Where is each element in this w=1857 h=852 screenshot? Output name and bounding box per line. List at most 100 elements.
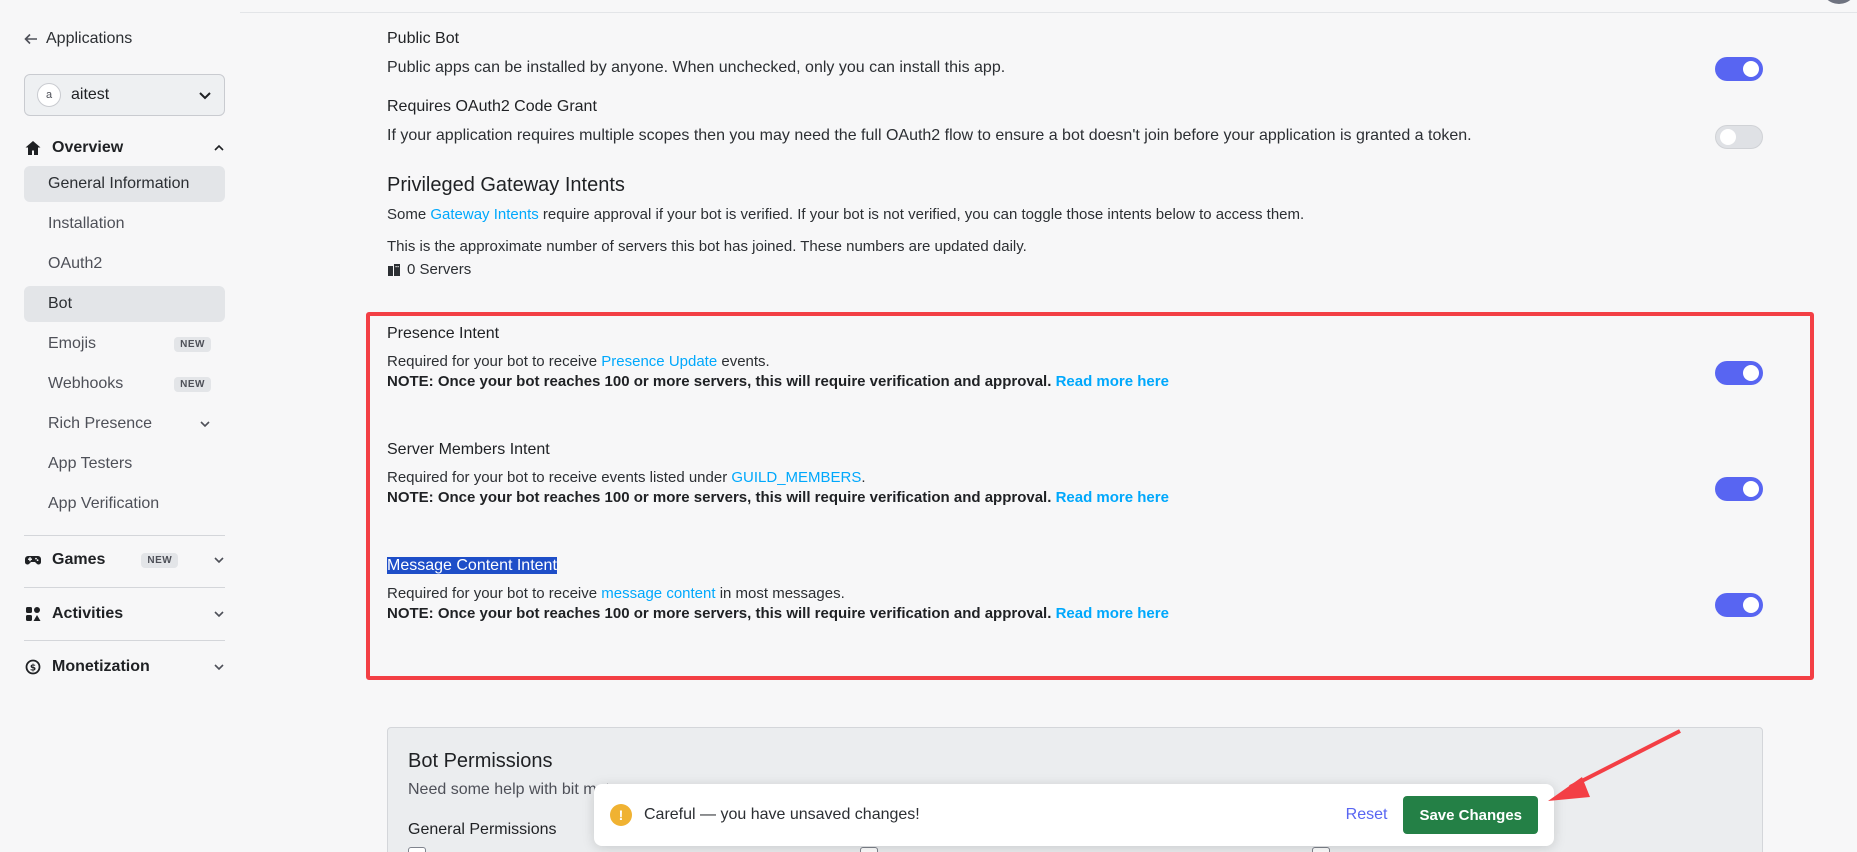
server-members-intent-desc: Required for your bot to receive events … (387, 469, 866, 486)
desc-text: Required for your bot to receive events … (387, 469, 732, 486)
message-content-intent-desc: Required for your bot to receive message… (387, 585, 845, 602)
sidebar-item-general-information[interactable]: General Information (24, 166, 225, 202)
nav-section-label: Overview (52, 139, 124, 156)
reset-button[interactable]: Reset (1346, 806, 1388, 824)
app-name: aitest (71, 86, 110, 103)
servers-icon (388, 263, 400, 276)
desc-text: Some (387, 206, 431, 223)
sidebar-item-app-testers[interactable]: App Testers (24, 446, 225, 482)
nav-section-activities[interactable]: Activities (24, 605, 225, 623)
sidebar-item-label: Bot (48, 295, 73, 312)
gateway-intents-link[interactable]: Gateway Intents (430, 206, 538, 223)
monetization-icon: $ (25, 659, 41, 675)
bot-permissions-heading: Bot Permissions (408, 750, 553, 772)
back-label: Applications (46, 30, 133, 47)
svg-text:$: $ (30, 664, 36, 674)
sidebar-divider (24, 587, 225, 588)
nav-section-overview[interactable]: Overview (24, 139, 225, 157)
top-divider (240, 12, 1857, 13)
save-changes-button[interactable]: Save Changes (1403, 796, 1538, 834)
chevron-down-icon (200, 421, 210, 428)
chevron-down-icon (214, 611, 224, 618)
toggle-knob (1743, 597, 1759, 613)
warning-icon: ! (610, 804, 632, 826)
sidebar-item-installation[interactable]: Installation (24, 206, 225, 242)
toggle-knob (1743, 61, 1759, 77)
presence-intent-title: Presence Intent (387, 325, 500, 342)
gamepad-icon (25, 556, 41, 565)
sidebar-item-label: Emojis (48, 335, 97, 352)
nav-section-label: Activities (52, 605, 124, 622)
app-avatar: a (37, 83, 61, 107)
presence-update-link[interactable]: Presence Update (601, 353, 717, 370)
toggle-knob (1743, 481, 1759, 497)
sidebar-item-label: Webhooks (48, 375, 124, 392)
bot-permissions-sub: Need some help with bit mat (408, 781, 610, 798)
chevron-up-icon (214, 144, 224, 151)
read-more-link[interactable]: Read more here (1056, 373, 1169, 390)
sidebar-item-label: App Testers (48, 455, 133, 472)
permission-checkbox[interactable] (408, 847, 426, 852)
sidebar-item-bot[interactable]: Bot (24, 286, 225, 322)
read-more-link[interactable]: Read more here (1056, 605, 1169, 622)
servers-note: This is the approximate number of server… (387, 238, 1027, 255)
desc-text: Required for your bot to receive (387, 585, 602, 602)
server-members-intent-note: NOTE: Once your bot reaches 100 or more … (387, 489, 1169, 506)
arrow-left-icon (24, 33, 37, 45)
presence-intent-toggle[interactable] (1715, 361, 1763, 385)
general-permissions-label: General Permissions (408, 821, 557, 838)
oauth-grant-toggle[interactable] (1715, 125, 1763, 149)
desc-text: . (861, 469, 866, 486)
guild-members-link[interactable]: GUILD_MEMBERS (731, 469, 861, 486)
new-badge: NEW (141, 552, 179, 568)
sidebar-item-rich-presence[interactable]: Rich Presence (24, 406, 225, 442)
sidebar-item-label: App Verification (48, 495, 160, 512)
sidebar-item-webhooks[interactable]: Webhooks NEW (24, 366, 225, 402)
back-to-applications-link[interactable]: Applications (24, 30, 132, 48)
public-bot-toggle[interactable] (1715, 57, 1763, 81)
server-members-intent-title: Server Members Intent (387, 441, 550, 458)
sidebar-item-app-verification[interactable]: App Verification (24, 486, 225, 522)
app-selector[interactable]: a aitest (24, 74, 225, 116)
message-content-intent-toggle[interactable] (1715, 593, 1763, 617)
chevron-down-icon (199, 92, 211, 100)
toggle-knob (1720, 129, 1736, 145)
sidebar-item-label: General Information (48, 175, 190, 192)
sidebar-item-label: OAuth2 (48, 255, 103, 272)
presence-intent-note: NOTE: Once your bot reaches 100 or more … (387, 373, 1169, 390)
message-content-link[interactable]: message content (601, 585, 715, 602)
activities-icon (26, 607, 41, 621)
servers-count-row: 0 Servers (387, 261, 471, 278)
sidebar-item-label: Rich Presence (48, 415, 153, 432)
note-text: NOTE: Once your bot reaches 100 or more … (387, 605, 1056, 622)
oauth-grant-title: Requires OAuth2 Code Grant (387, 98, 597, 115)
home-icon (25, 141, 41, 155)
unsaved-message: Careful — you have unsaved changes! (644, 806, 920, 823)
read-more-link[interactable]: Read more here (1056, 489, 1169, 506)
permission-checkbox[interactable] (860, 847, 878, 852)
presence-intent-desc: Required for your bot to receive Presenc… (387, 353, 770, 370)
user-avatar[interactable] (1821, 0, 1857, 4)
sidebar-divider (24, 640, 225, 641)
privileged-intents-heading: Privileged Gateway Intents (387, 174, 625, 196)
sidebar-item-label: Installation (48, 215, 125, 232)
privileged-intents-desc: Some Gateway Intents require approval if… (387, 206, 1304, 223)
chevron-down-icon (214, 557, 224, 564)
desc-text: in most messages. (715, 585, 845, 602)
nav-section-label: Monetization (52, 658, 150, 675)
sidebar-divider (24, 535, 225, 536)
permission-checkbox[interactable] (1312, 847, 1330, 852)
server-members-intent-toggle[interactable] (1715, 477, 1763, 501)
servers-count: 0 Servers (407, 261, 472, 278)
sidebar: Applications a aitest Overview General I… (0, 0, 240, 852)
chevron-down-icon (214, 664, 224, 671)
sidebar-item-oauth2[interactable]: OAuth2 (24, 246, 225, 282)
annotation-arrow-icon (1548, 729, 1681, 801)
desc-text: require approval if your bot is verified… (538, 206, 1305, 223)
nav-section-monetization[interactable]: $ Monetization (24, 658, 225, 676)
sidebar-item-emojis[interactable]: Emojis NEW (24, 326, 225, 362)
nav-section-games[interactable]: Games NEW (24, 551, 225, 569)
public-bot-desc: Public apps can be installed by anyone. … (387, 59, 1006, 76)
message-content-intent-title: Message Content Intent (387, 557, 557, 575)
new-badge: NEW (174, 336, 211, 352)
